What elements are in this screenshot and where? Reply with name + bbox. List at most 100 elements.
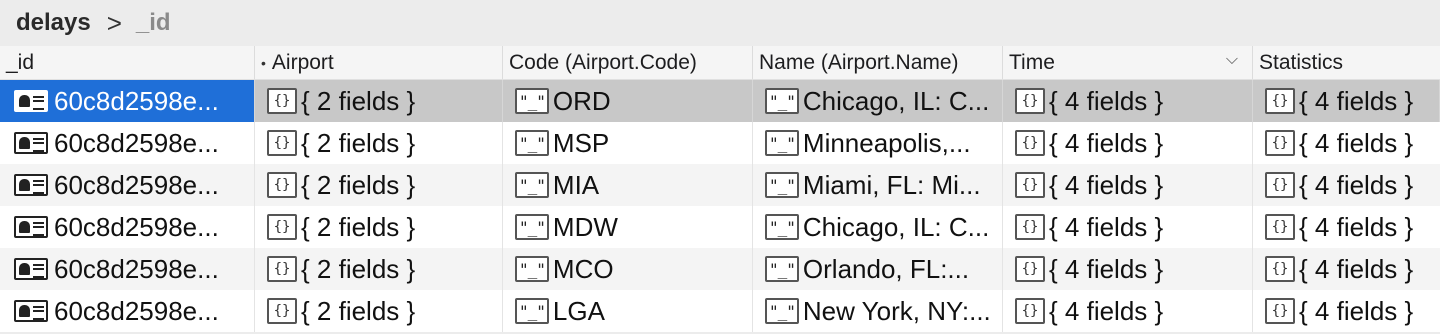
cell-value: { 2 fields } [301,127,416,158]
object-icon: {} [267,298,297,324]
airport-cell[interactable]: {}{ 2 fields } [255,122,503,164]
object-icon: {} [267,214,297,240]
cell-value: 60c8d2598e... [54,127,219,158]
column-header-airport[interactable]: • Airport [255,46,503,79]
string-icon: "_" [765,298,799,324]
cell-value: ORD [552,85,611,116]
cell-value: 60c8d2598e... [54,85,219,116]
table-row[interactable]: 60c8d2598e...{}{ 2 fields } "_" MIA "_" Miam… [0,164,1440,206]
object-icon: {} [1015,88,1045,114]
statistics-cell[interactable]: {}{ 4 fields } [1253,206,1440,248]
name-cell[interactable]: "_" Chicago, IL: C... [753,206,1003,248]
code-cell[interactable]: "_" MCO [503,248,753,290]
string-icon: "_" [515,214,549,240]
table-row[interactable]: 60c8d2598e... {}{ 2 fields } "_" MCO "_" Orla… [0,248,1440,290]
table-row[interactable]: 60c8d2598e...{}{ 2 fields } "_" MSP "_" Minn… [0,122,1440,164]
time-cell[interactable]: {}{ 4 fields } [1003,164,1253,206]
table-row[interactable]: 60c8d2598e...{}{ 2 fields } "_" LGA "_" New … [0,290,1440,332]
column-header-label: Time [1009,50,1055,74]
airport-cell[interactable]: {}{ 2 fields } [255,80,503,122]
airport-cell[interactable]: {}{ 2 fields } [255,206,503,248]
column-header-label: Statistics [1259,50,1344,74]
string-icon: "_" [765,214,799,240]
object-icon: {} [1015,256,1045,282]
cell-value: MIA [552,169,600,200]
statistics-cell[interactable]: {}{ 4 fields } [1253,164,1440,206]
column-header-id[interactable]: _id [0,46,255,79]
time-cell[interactable]: {}{ 4 fields } [1003,248,1253,290]
cell-value: 60c8d2598e... [54,169,219,200]
object-id-icon [14,90,48,112]
id-cell[interactable]: 60c8d2598e... [0,248,255,290]
cell-value: { 4 fields } [1299,295,1414,326]
column-header-label: Code (Airport.Code) [509,50,697,74]
name-cell[interactable]: "_" Orlando, FL:... [753,248,1003,290]
object-icon: {} [267,88,297,114]
airport-cell[interactable]: {}{ 2 fields } [255,248,503,290]
cell-value: { 4 fields } [1049,295,1164,326]
name-cell[interactable]: "_" Minneapolis,... [753,122,1003,164]
cell-value: { 4 fields } [1299,169,1414,200]
cell-value: Minneapolis,... [802,127,971,158]
id-cell[interactable]: 60c8d2598e... [0,290,255,332]
cell-value: { 4 fields } [1299,253,1414,284]
chevron-down-icon[interactable]: ⌵ [1226,51,1238,69]
time-cell[interactable]: {}{ 4 fields } [1003,206,1253,248]
time-cell[interactable]: {}{ 4 fields } [1003,80,1253,122]
object-id-icon [14,174,48,196]
cell-value: { 4 fields } [1049,127,1164,158]
statistics-cell[interactable]: {}{ 4 fields } [1253,122,1440,164]
table-row[interactable]: 60c8d2598e... {}{ 2 fields } "_" MDW "_" Chic… [0,206,1440,248]
time-cell[interactable]: {}{ 4 fields } [1003,122,1253,164]
statistics-cell[interactable]: {}{ 4 fields } [1253,290,1440,332]
breadcrumb-collection[interactable]: delays [16,9,91,37]
cell-value: { 2 fields } [301,169,416,200]
object-icon: {} [267,130,297,156]
string-icon: "_" [765,88,799,114]
cell-value: { 4 fields } [1299,211,1414,242]
object-icon: {} [267,172,297,198]
breadcrumb-separator: > [106,7,122,38]
code-cell[interactable]: "_" LGA [503,290,753,332]
object-icon: {} [1265,214,1295,240]
object-icon: {} [1015,172,1045,198]
string-icon: "_" [515,88,549,114]
name-cell[interactable]: "_" Miami, FL: Mi... [753,164,1003,206]
code-cell[interactable]: "_" MIA [503,164,753,206]
statistics-cell[interactable]: {}{ 4 fields } [1253,248,1440,290]
cell-value: { 4 fields } [1299,85,1414,116]
cell-value: 60c8d2598e... [54,211,219,242]
cell-value: 60c8d2598e... [54,253,219,284]
object-icon: {} [1265,130,1295,156]
object-id-icon [14,258,48,280]
airport-cell[interactable]: {}{ 2 fields } [255,164,503,206]
string-icon: "_" [765,256,799,282]
column-header-statistics[interactable]: Statistics [1253,46,1440,79]
name-cell[interactable]: "_" Chicago, IL: C... [753,80,1003,122]
time-cell[interactable]: {}{ 4 fields } [1003,290,1253,332]
string-icon: "_" [515,130,549,156]
code-cell[interactable]: "_" MSP [503,122,753,164]
id-cell[interactable]: 60c8d2598e... [0,80,255,122]
statistics-cell[interactable]: {}{ 4 fields } [1253,80,1440,122]
cell-value: LGA [552,295,605,326]
column-header-name[interactable]: Name (Airport.Name) [753,46,1003,79]
documents-table: _id • Airport Code (Airport.Code) Name (A… [0,46,1440,332]
table-row[interactable]: 60c8d2598e...{}{ 2 fields } "_" ORD "_" Chic… [0,80,1440,122]
cell-value: { 4 fields } [1049,211,1164,242]
object-id-icon [14,216,48,238]
cell-value: { 4 fields } [1049,169,1164,200]
airport-cell[interactable]: {}{ 2 fields } [255,290,503,332]
id-cell[interactable]: 60c8d2598e... [0,122,255,164]
name-cell[interactable]: "_" New York, NY:... [753,290,1003,332]
id-cell[interactable]: 60c8d2598e... [0,164,255,206]
code-cell[interactable]: "_" ORD [503,80,753,122]
cell-value: { 4 fields } [1049,85,1164,116]
cell-value: { 2 fields } [301,85,416,116]
id-cell[interactable]: 60c8d2598e... [0,206,255,248]
object-icon: {} [1015,214,1045,240]
code-cell[interactable]: "_" MDW [503,206,753,248]
column-header-code[interactable]: Code (Airport.Code) [503,46,753,79]
column-header-time[interactable]: Time ⌵ [1003,46,1253,79]
cell-value: { 2 fields } [301,295,416,326]
